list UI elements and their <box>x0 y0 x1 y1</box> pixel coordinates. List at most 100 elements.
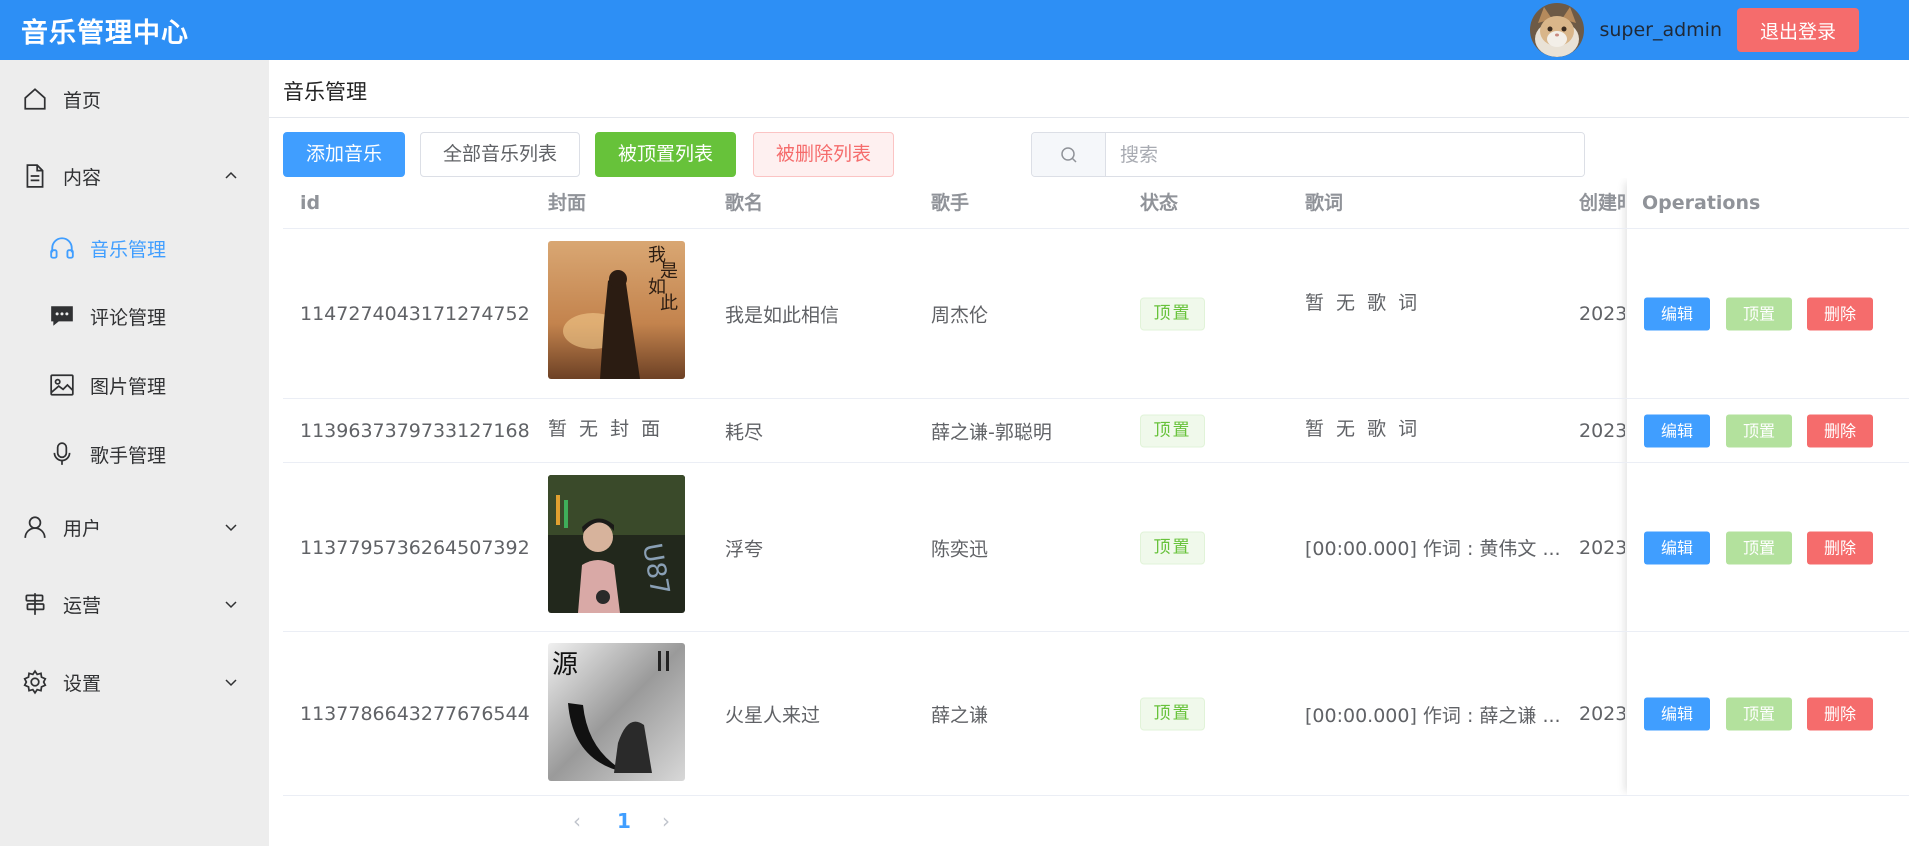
signpost-icon <box>25 593 45 615</box>
search-icon-button[interactable] <box>1032 133 1106 176</box>
album-cover: 我 是 如 此 <box>548 241 685 379</box>
sidebar-item-label: 评论管理 <box>90 306 167 329</box>
pagination: ‹ 1 › <box>269 796 1909 846</box>
edit-button[interactable]: 编辑 <box>1644 697 1710 731</box>
cell-singer: 薛之谦 <box>931 704 989 727</box>
username: super_admin <box>1599 19 1722 41</box>
cell-id: 1137795736264507392 <box>300 536 530 559</box>
music-table: id 封面 歌名 歌手 状态 歌词 创建时 Operations 1147274… <box>283 178 1909 796</box>
chevron-up-icon <box>225 171 237 179</box>
deleted-list-button[interactable]: 被删除列表 <box>753 132 894 177</box>
page-title: 音乐管理 <box>283 80 367 104</box>
cell-name: 我是如此相信 <box>725 304 840 327</box>
sidebar-item-label: 内容 <box>63 166 102 189</box>
app-title: 音乐管理中心 <box>21 17 189 49</box>
top-header: 音乐管理中心 super_admin 退出登录 <box>0 0 1909 60</box>
delete-button[interactable]: 删除 <box>1807 531 1873 564</box>
table-row: 1147274043171274752 我 是 如 此 我是如此相信 周杰伦 顶… <box>283 230 1909 399</box>
sidebar-item-label: 设置 <box>63 672 102 695</box>
comment-icon <box>51 306 73 326</box>
page-number[interactable]: 1 <box>617 809 631 833</box>
document-icon <box>26 164 44 188</box>
cell-name: 火星人来过 <box>725 704 821 727</box>
search-input[interactable] <box>1106 133 1584 176</box>
table-header: id 封面 歌名 歌手 状态 歌词 创建时 Operations <box>283 178 1909 229</box>
column-header-cover: 封面 <box>548 192 587 214</box>
search-icon <box>1060 146 1077 163</box>
table-row: 1137795736264507392 U87 浮夸 陈奕迅 顶置 [00:00… <box>283 464 1909 632</box>
column-header-lyrics: 歌词 <box>1305 192 1344 214</box>
next-page-icon[interactable]: › <box>662 809 670 833</box>
column-header-created: 创建时 <box>1579 192 1625 214</box>
cell-created: 2023- <box>1579 303 1625 325</box>
divider <box>269 117 1909 118</box>
sidebar-item-label: 首页 <box>63 89 102 112</box>
album-cover: U87 <box>548 475 685 613</box>
cell-id: 1147274043171274752 <box>300 303 530 325</box>
status-badge: 顶置 <box>1140 531 1205 564</box>
avatar[interactable] <box>1530 3 1585 57</box>
delete-button[interactable]: 删除 <box>1807 697 1873 731</box>
sidebar-item-singers[interactable]: 歌手管理 <box>0 424 269 484</box>
column-header-singer: 歌手 <box>931 192 970 214</box>
cell-singer: 薛之谦-郭聪明 <box>931 421 1052 444</box>
headphones-icon <box>50 237 74 259</box>
sidebar-item-content[interactable]: 内容 <box>0 146 269 206</box>
cell-singer: 陈奕迅 <box>931 538 989 560</box>
svg-text:此: 此 <box>660 293 678 314</box>
all-music-list-button[interactable]: 全部音乐列表 <box>420 132 580 177</box>
sidebar-item-label: 图片管理 <box>90 375 167 398</box>
home-icon <box>24 88 46 110</box>
column-header-operations: Operations <box>1642 192 1761 214</box>
edit-button[interactable]: 编辑 <box>1644 414 1710 448</box>
status-badge: 顶置 <box>1140 414 1205 448</box>
sidebar-item-settings[interactable]: 设置 <box>0 652 269 712</box>
cell-lyrics: [00:00.000] 作词 : 薛之谦 ... <box>1305 705 1561 727</box>
chevron-down-icon <box>225 679 237 687</box>
cell-id: 1139637379733127168 <box>300 420 530 442</box>
table-row: 1137786643277676544 源 火星人来过 薛之谦 顶置 [00:0… <box>283 633 1909 796</box>
add-music-button[interactable]: 添加音乐 <box>283 132 405 177</box>
delete-button[interactable]: 删除 <box>1807 297 1873 331</box>
pin-button[interactable]: 顶置 <box>1726 414 1792 448</box>
sidebar-item-comments[interactable]: 评论管理 <box>0 286 269 346</box>
column-header-name: 歌名 <box>725 192 764 214</box>
cell-singer: 周杰伦 <box>931 304 989 327</box>
cell-created: 2023- <box>1579 536 1625 559</box>
sidebar-item-label: 歌手管理 <box>90 444 167 467</box>
status-badge: 顶置 <box>1140 297 1205 331</box>
sidebar-item-label: 运营 <box>63 594 102 617</box>
gear-icon <box>23 669 47 695</box>
edit-button[interactable]: 编辑 <box>1644 531 1710 564</box>
main-content: 音乐管理 添加音乐 全部音乐列表 被顶置列表 被删除列表 id 封面 歌名 歌手… <box>269 60 1909 846</box>
svg-text:源: 源 <box>552 650 578 680</box>
sidebar-item-music[interactable]: 音乐管理 <box>0 218 269 278</box>
sidebar-item-home[interactable]: 首页 <box>0 69 269 129</box>
user-icon <box>24 516 46 538</box>
column-header-status: 状态 <box>1140 192 1179 214</box>
cell-id: 1137786643277676544 <box>300 703 530 725</box>
pinned-list-button[interactable]: 被顶置列表 <box>595 132 736 177</box>
sidebar-item-operations[interactable]: 运营 <box>0 574 269 634</box>
sidebar-item-images[interactable]: 图片管理 <box>0 355 269 415</box>
sidebar-item-users[interactable]: 用户 <box>0 497 269 557</box>
delete-button[interactable]: 删除 <box>1807 414 1873 448</box>
search-box <box>1031 132 1585 177</box>
pin-button[interactable]: 顶置 <box>1726 697 1792 731</box>
sidebar-item-label: 用户 <box>63 517 102 540</box>
cell-cover-empty: 暂 无 封 面 <box>548 418 664 440</box>
prev-page-icon[interactable]: ‹ <box>573 809 581 833</box>
image-icon <box>50 374 74 396</box>
table-row: 1139637379733127168 暂 无 封 面 耗尽 薛之谦-郭聪明 顶… <box>283 400 1909 463</box>
cell-name: 耗尽 <box>725 421 764 444</box>
header-user-area: super_admin 退出登录 <box>1530 0 1859 60</box>
cell-lyrics: [00:00.000] 作词 : 黄伟文 ... <box>1305 538 1561 560</box>
logout-button[interactable]: 退出登录 <box>1737 8 1859 52</box>
column-header-id: id <box>300 192 321 214</box>
pin-button[interactable]: 顶置 <box>1726 531 1792 564</box>
album-cover: 源 <box>548 643 685 781</box>
cell-lyrics: 暂 无 歌 词 <box>1305 292 1421 314</box>
status-badge: 顶置 <box>1140 697 1205 731</box>
edit-button[interactable]: 编辑 <box>1644 297 1710 331</box>
pin-button[interactable]: 顶置 <box>1726 297 1792 331</box>
